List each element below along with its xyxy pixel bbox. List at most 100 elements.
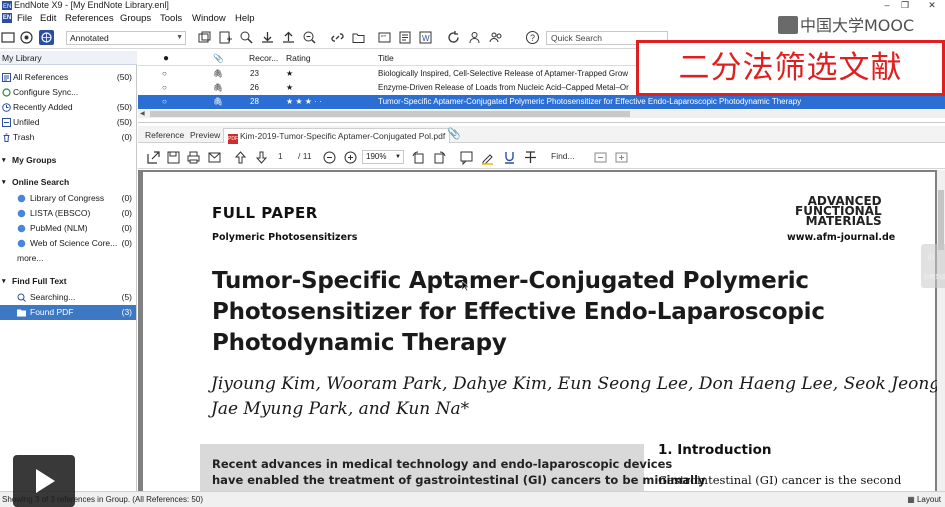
output-style-select[interactable]: Annotated ▼ xyxy=(66,31,186,45)
column-title[interactable]: Title xyxy=(378,51,394,66)
close-button[interactable]: ✕ xyxy=(925,0,939,11)
sidebar-item-trash[interactable]: Trash (0) xyxy=(0,130,136,145)
local-library-mode-icon[interactable] xyxy=(1,30,16,45)
minimize-button[interactable]: – xyxy=(880,0,894,11)
integrated-library-mode-icon[interactable] xyxy=(19,30,34,45)
sidebar-label: Searching... xyxy=(30,292,76,302)
sidebar-item-web-of-science[interactable]: Web of Science Core... (0) xyxy=(0,236,136,251)
page-total: / 11 xyxy=(298,151,312,161)
menu-references[interactable]: References xyxy=(65,11,114,26)
find-next-icon[interactable] xyxy=(614,150,629,165)
tab-reference[interactable]: Reference xyxy=(141,128,188,143)
sidebar-item-lista[interactable]: LISTA (EBSCO) (0) xyxy=(0,206,136,221)
insert-citation-icon[interactable]: “” xyxy=(377,30,392,45)
journal-logo-line: MATERIALS xyxy=(805,214,882,228)
sidebar-more-link[interactable]: more... xyxy=(0,251,136,266)
layout-icon: ▦ xyxy=(907,495,917,504)
save-icon[interactable] xyxy=(166,150,181,165)
sidebar-item-unfiled[interactable]: Unfiled (50) xyxy=(0,115,136,130)
searching-icon xyxy=(17,293,26,302)
zoom-in-icon[interactable] xyxy=(343,150,358,165)
email-icon[interactable] xyxy=(207,150,222,165)
restore-button[interactable]: ❐ xyxy=(898,0,912,11)
sidebar-header[interactable]: My Library xyxy=(0,51,137,65)
side-widget-label: 拖拽到此 xyxy=(923,275,945,281)
attach-file-icon[interactable]: 📎 xyxy=(443,128,465,143)
sidebar-count: (0) xyxy=(121,238,132,248)
tab-preview[interactable]: Preview xyxy=(186,128,224,143)
online-search-mode-icon[interactable] xyxy=(39,30,54,45)
strikethrough-icon[interactable] xyxy=(523,150,538,165)
next-page-icon[interactable] xyxy=(254,150,269,165)
share-library-icon[interactable] xyxy=(467,30,482,45)
sidebar-item-pubmed[interactable]: PubMed (NLM) (0) xyxy=(0,221,136,236)
import-icon[interactable] xyxy=(260,30,275,45)
new-reference-icon[interactable] xyxy=(218,30,233,45)
side-drag-widget[interactable]: ılı 拖拽到此 xyxy=(921,244,945,288)
print-icon[interactable] xyxy=(186,150,201,165)
zoom-out-icon[interactable] xyxy=(322,150,337,165)
export-icon[interactable] xyxy=(281,30,296,45)
read-status-column-icon[interactable]: ● xyxy=(163,51,169,66)
vertical-scrollbar[interactable] xyxy=(937,170,945,491)
pdf-viewer[interactable]: FULL PAPER Polymeric Photosensitizers AD… xyxy=(138,170,945,494)
document-menu-icon[interactable]: EN xyxy=(2,13,12,23)
rotate-right-icon[interactable] xyxy=(432,150,447,165)
underline-icon[interactable] xyxy=(502,150,517,165)
menu-groups[interactable]: Groups xyxy=(120,11,151,26)
read-status-icon: ○ xyxy=(162,69,167,78)
menu-edit[interactable]: Edit xyxy=(40,11,56,26)
sync-icon[interactable] xyxy=(446,30,461,45)
highlight-icon[interactable] xyxy=(480,150,495,165)
group-share-icon[interactable] xyxy=(489,30,504,45)
scroll-thumb[interactable] xyxy=(150,111,630,117)
open-file-icon[interactable] xyxy=(351,30,366,45)
format-bibliography-icon[interactable] xyxy=(398,30,413,45)
sidebar-item-library-of-congress[interactable]: Library of Congress (0) xyxy=(0,191,136,206)
find-input[interactable]: Find... xyxy=(551,149,575,164)
page-number-input[interactable]: 1 xyxy=(278,149,283,164)
abstract-line: have enabled the treatment of gastrointe… xyxy=(212,473,706,487)
sidebar-group-my-groups[interactable]: ▾ My Groups xyxy=(0,153,136,168)
menu-file[interactable]: File xyxy=(17,11,32,26)
find-previous-icon[interactable] xyxy=(593,150,608,165)
sidebar-item-recently-added[interactable]: Recently Added (50) xyxy=(0,100,136,115)
folder-icon xyxy=(17,309,26,317)
paper-title-line: Photosensitizer for Effective Endo-Lapar… xyxy=(212,299,825,325)
copy-library-icon[interactable] xyxy=(197,30,212,45)
open-external-icon[interactable] xyxy=(146,150,161,165)
scroll-thumb[interactable] xyxy=(938,190,944,250)
note-icon[interactable] xyxy=(459,150,474,166)
rotate-left-icon[interactable] xyxy=(411,150,426,165)
zoom-select[interactable]: 190% ▼ xyxy=(362,150,404,164)
more-label: more... xyxy=(17,253,44,263)
column-rating[interactable]: Rating xyxy=(286,51,311,66)
horizontal-scrollbar[interactable]: ◀ xyxy=(138,110,945,118)
menu-help[interactable]: Help xyxy=(235,11,255,26)
attachment-column-icon[interactable]: 📎 xyxy=(213,51,224,66)
sidebar-item-all-references[interactable]: All References (50) xyxy=(0,70,136,85)
column-record[interactable]: Recor... xyxy=(249,51,278,66)
tab-pdf[interactable]: PDF Kim-2019-Tumor-Specific Aptamer-Conju… xyxy=(223,128,451,144)
online-search-icon[interactable] xyxy=(239,30,254,45)
previous-page-icon[interactable] xyxy=(233,150,248,165)
menu-tools[interactable]: Tools xyxy=(160,11,182,26)
layout-button[interactable]: ▦ Layout xyxy=(907,492,941,507)
reference-title: Biologically Inspired, Cell-Selective Re… xyxy=(378,69,629,78)
return-to-word-icon[interactable]: W xyxy=(418,30,433,45)
open-link-icon[interactable] xyxy=(330,30,345,45)
sidebar-item-configure-sync[interactable]: Configure Sync... xyxy=(0,85,136,100)
caption-banner: 二分法筛选文献 xyxy=(636,40,945,96)
sidebar-group-find-full-text[interactable]: ▾ Find Full Text xyxy=(0,274,136,289)
sidebar-item-searching[interactable]: Searching... (5) xyxy=(0,290,136,305)
video-play-button[interactable] xyxy=(13,455,75,507)
attachment-icon: 🖇 xyxy=(213,69,224,78)
scroll-left-icon[interactable]: ◀ xyxy=(140,111,145,117)
sidebar-group-online-search[interactable]: ▾ Online Search xyxy=(0,175,136,190)
sidebar-item-found-pdf[interactable]: Found PDF (3) xyxy=(0,305,136,320)
table-row-selected[interactable]: ○ 🖇 28 ★ ★ ★ · · Tumor-Specific Aptamer-… xyxy=(138,95,945,109)
online-database-icon xyxy=(17,239,26,248)
find-full-text-icon[interactable] xyxy=(302,30,317,45)
help-icon[interactable]: ? xyxy=(525,30,540,45)
menu-window[interactable]: Window xyxy=(192,11,226,26)
